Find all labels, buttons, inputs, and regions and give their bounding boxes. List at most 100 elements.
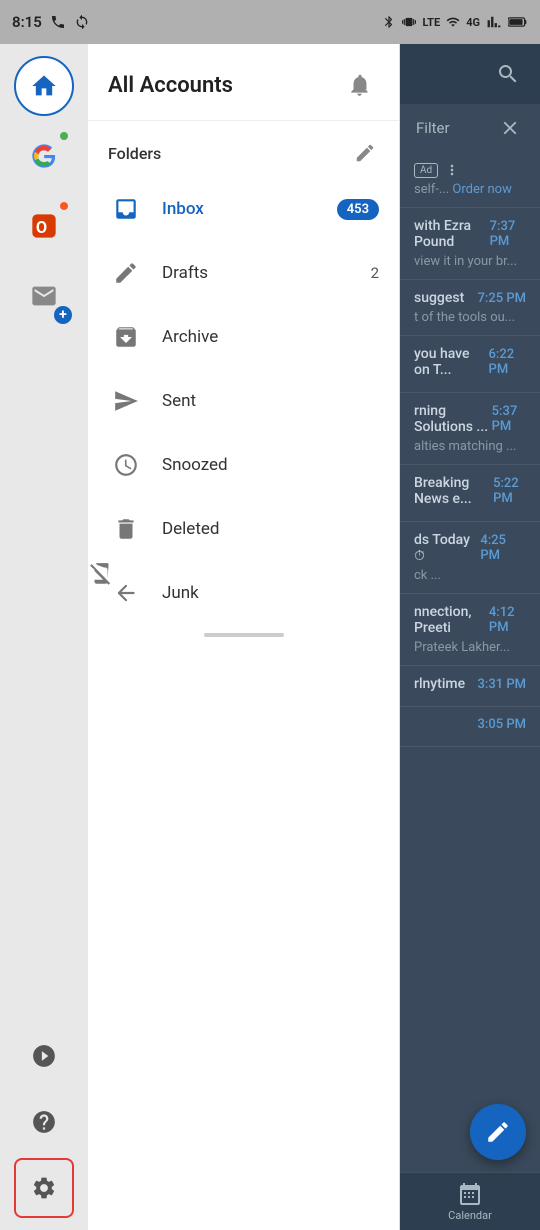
folder-deleted[interactable]: Deleted (88, 497, 399, 561)
folder-sent[interactable]: Sent (88, 369, 399, 433)
folders-section: Folders Inbox 453 (88, 121, 399, 625)
email-item[interactable]: Ad self-... Order now (400, 152, 540, 208)
google-badge-dot (58, 130, 70, 142)
folder-junk[interactable]: Junk (88, 561, 399, 625)
folder-inbox[interactable]: Inbox 453 (88, 177, 399, 241)
rail-add-account-button[interactable]: + (14, 266, 74, 326)
ad-badge: Ad (414, 163, 438, 178)
calendar-button[interactable]: Calendar (448, 1182, 492, 1222)
drawer-header: All Accounts (88, 44, 399, 121)
email-item-top: ds Today ⏱ 4:25 PM (414, 532, 526, 564)
email-sender: Breaking News e... (414, 475, 493, 507)
add-plus-badge: + (54, 306, 72, 324)
rail-google-button[interactable] (14, 126, 74, 186)
bluetooth-icon (382, 15, 396, 29)
email-item-top: rlnytime 3:31 PM (414, 676, 526, 692)
inbox-svg-icon (113, 196, 139, 222)
snoozed-label: Snoozed (162, 455, 379, 475)
help-button[interactable] (14, 1092, 74, 1152)
email-item-top: 3:05 PM (414, 717, 526, 732)
snoozed-svg-icon (113, 452, 139, 478)
email-item-top: rning Solutions ... 5:37 PM (414, 403, 526, 435)
email-time: 4:12 PM (489, 605, 526, 635)
play-button[interactable] (14, 1026, 74, 1086)
email-item-top: suggest 7:25 PM (414, 290, 526, 306)
email-item[interactable]: you have on T... 6:22 PM (400, 336, 540, 393)
status-bar: 8:15 LTE 4G (0, 0, 540, 44)
folders-label: Folders (108, 144, 161, 163)
close-icon (499, 117, 521, 139)
inbox-icon (108, 191, 144, 227)
email-item[interactable]: with Ezra Pound 7:37 PM view it in your … (400, 208, 540, 280)
email-time: 5:37 PM (492, 404, 526, 434)
email-item-top: you have on T... 6:22 PM (414, 346, 526, 378)
email-area: Filter Ad self-... O (400, 44, 540, 1230)
email-sender: ds Today ⏱ (414, 532, 480, 564)
drafts-count: 2 (371, 264, 379, 282)
email-snippet: ck ... (414, 568, 526, 583)
network-label: 4G (466, 16, 480, 29)
battery-icon (508, 16, 528, 28)
email-item[interactable]: ds Today ⏱ 4:25 PM ck ... (400, 522, 540, 594)
sync-icon (74, 14, 90, 30)
email-list: Ad self-... Order now with Ezra Pound 7:… (400, 152, 540, 1172)
vibrate-icon (402, 15, 416, 29)
deleted-icon (108, 511, 144, 547)
drafts-svg-icon (113, 260, 139, 286)
email-time: 5:22 PM (493, 476, 526, 506)
junk-overlay-icon (88, 561, 114, 587)
play-icon (31, 1043, 57, 1069)
email-sender: nnection, Preeti (414, 604, 489, 636)
filter-button[interactable]: Filter (416, 119, 450, 137)
email-item[interactable]: nnection, Preeti 4:12 PM Prateek Lakher.… (400, 594, 540, 666)
snoozed-icon (108, 447, 144, 483)
email-time: 3:05 PM (478, 717, 527, 732)
email-time: 7:25 PM (478, 291, 527, 306)
help-icon (31, 1109, 57, 1135)
email-snippet: alties matching ... (414, 439, 526, 454)
email-bottom-bar: Calendar (400, 1172, 540, 1230)
filter-close-button[interactable] (496, 114, 524, 142)
folder-archive[interactable]: Archive (88, 305, 399, 369)
email-time: 6:22 PM (489, 347, 526, 377)
email-filter-bar: Filter (400, 104, 540, 152)
sent-icon (108, 383, 144, 419)
email-item-top: Ad (414, 162, 526, 178)
folders-edit-button[interactable] (351, 139, 379, 167)
folder-drafts[interactable]: Drafts 2 (88, 241, 399, 305)
bell-icon (347, 72, 373, 98)
rail-office-button[interactable]: O (14, 196, 74, 256)
search-button[interactable] (492, 58, 524, 90)
deleted-label: Deleted (162, 519, 379, 539)
email-item[interactable]: rlnytime 3:31 PM (400, 666, 540, 707)
email-header (400, 44, 540, 104)
email-time: 4:25 PM (480, 533, 526, 563)
status-bar-left: 8:15 (12, 13, 90, 31)
drawer-title: All Accounts (108, 73, 233, 98)
email-snippet: view it in your br... (414, 254, 526, 269)
drafts-label: Drafts (162, 263, 371, 283)
email-sender: rlnytime (414, 676, 465, 692)
notification-bell-button[interactable] (341, 66, 379, 104)
email-item[interactable]: Breaking News e... 5:22 PM (400, 465, 540, 522)
signal-icon (486, 15, 502, 29)
scroll-indicator (204, 633, 284, 637)
rail-home-button[interactable] (14, 56, 74, 116)
pencil-icon (354, 142, 376, 164)
email-item[interactable]: rning Solutions ... 5:37 PM alties match… (400, 393, 540, 465)
email-snippet: self-... Order now (414, 182, 526, 197)
folder-snoozed[interactable]: Snoozed (88, 433, 399, 497)
junk-icon (108, 575, 144, 611)
compose-fab-button[interactable] (470, 1104, 526, 1160)
email-ad-row: Ad (414, 162, 460, 178)
email-item[interactable]: suggest 7:25 PM t of the tools ou... (400, 280, 540, 336)
email-item[interactable]: 3:05 PM (400, 707, 540, 747)
status-bar-right: LTE 4G (382, 15, 528, 29)
settings-button[interactable] (14, 1158, 74, 1218)
junk-svg-icon (113, 580, 139, 606)
folders-header: Folders (88, 121, 399, 177)
mail-icon (30, 282, 58, 310)
archive-label: Archive (162, 327, 379, 347)
rail-bottom (0, 1026, 88, 1230)
more-vert-icon[interactable] (444, 162, 460, 178)
